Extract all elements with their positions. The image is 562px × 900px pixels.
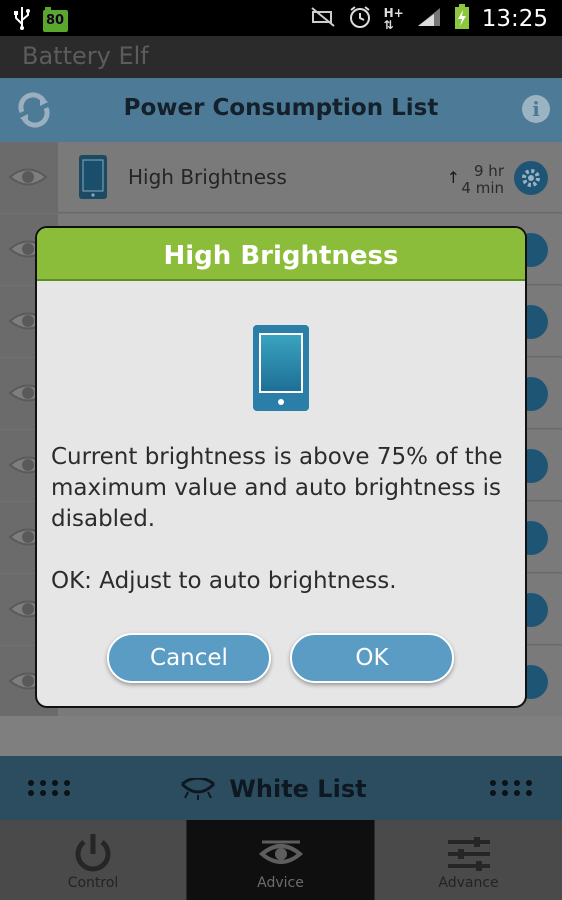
tab-control[interactable]: Control (0, 820, 187, 900)
alarm-icon (348, 5, 372, 33)
time-minutes: 4 min (461, 179, 504, 197)
bottom-nav: Control Advice Advance (0, 820, 562, 900)
status-bar-left: 80 (12, 6, 70, 34)
sliders-icon (447, 837, 490, 871)
eye-icon (8, 168, 48, 186)
battery-level-text: 80 (46, 13, 65, 28)
list-item-name: High Brightness (128, 165, 287, 189)
phone-icon (79, 155, 107, 199)
page-title: Power Consumption List (123, 95, 439, 121)
high-brightness-dialog: High Brightness Current brightness is ab… (37, 228, 525, 706)
cancel-button[interactable]: Cancel (107, 633, 271, 683)
eye-icon (258, 840, 303, 864)
list-item-time: 9 hr 4 min (461, 163, 504, 197)
info-icon[interactable]: i (522, 95, 550, 123)
tab-advance[interactable]: Advance (375, 820, 562, 900)
dialog-message: Current brightness is above 75% of the m… (51, 444, 503, 532)
whitelist-toggle[interactable] (0, 142, 58, 213)
app-title-bar: Battery Elf (0, 36, 562, 78)
tab-advice[interactable]: Advice (187, 820, 375, 900)
list-header: Power Consumption List i (0, 78, 562, 142)
signal-icon (416, 6, 442, 32)
usb-icon (12, 6, 32, 34)
power-icon (75, 834, 111, 872)
tab-label: Advance (438, 875, 499, 891)
app-title: Battery Elf (22, 42, 149, 70)
phone-icon (253, 325, 309, 411)
tab-label: Control (67, 875, 119, 891)
mute-icon (310, 6, 336, 32)
dialog-hint: OK: Adjust to auto brightness. (51, 568, 397, 594)
charging-icon (454, 4, 470, 34)
status-bar: 80 H+ ⇅ 13:25 (0, 0, 562, 36)
drag-handle-right-icon (490, 780, 534, 798)
time-hours: 9 hr (474, 162, 504, 180)
list-item-body[interactable]: High Brightness ↑ 9 hr 4 min (58, 142, 562, 213)
white-list-label: White List (229, 775, 367, 803)
ok-button[interactable]: OK (290, 633, 454, 683)
tab-label: Advice (257, 875, 304, 891)
settings-gear-button[interactable] (514, 161, 548, 195)
dialog-title: High Brightness (37, 228, 525, 281)
list-footer-space (0, 716, 562, 756)
arrow-up-icon: ↑ (446, 168, 460, 187)
battery-notification-icon: 80 (42, 7, 70, 33)
clock: 13:25 (481, 6, 548, 32)
white-list-bar[interactable]: White List (0, 756, 562, 820)
status-bar-right: H+ ⇅ 13:25 (310, 4, 548, 34)
list-item[interactable]: High Brightness ↑ 9 hr 4 min (0, 142, 562, 214)
gear-icon (522, 169, 540, 187)
hspa-icon: H+ ⇅ (383, 6, 404, 32)
